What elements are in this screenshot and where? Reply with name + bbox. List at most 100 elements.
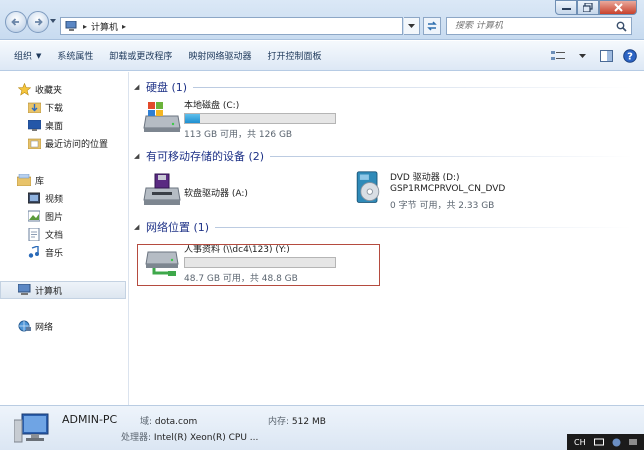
history-dropdown-icon[interactable] <box>49 17 57 25</box>
drive-dvd-d[interactable]: DVD 驱动器 (D:) GSP1RMCPRVOL_CN_DVD 0 字节 可用… <box>348 170 548 212</box>
group-divider <box>193 86 632 88</box>
command-bar: 组织 ▼ 系统属性 卸载或更改程序 映射网络驱动器 打开控制面板 ? <box>0 41 644 71</box>
details-pane: ADMIN-PC 域: dota.com 内存: 512 MB 处理器: Int… <box>0 405 644 450</box>
sidebar-item-label: 最近访问的位置 <box>45 139 109 150</box>
disc-label: GSP1RMCPRVOL_CN_DVD <box>390 184 506 194</box>
back-arrow-icon <box>11 18 19 26</box>
search-input[interactable] <box>455 21 605 31</box>
system-tray: CH <box>567 434 644 450</box>
sidebar-item-documents[interactable]: 文档 <box>0 225 129 243</box>
restore-icon <box>583 3 593 12</box>
sidebar-item-label: 图片 <box>45 212 64 223</box>
view-dropdown-button[interactable] <box>574 48 590 64</box>
group-header-removable[interactable]: ◢ 有可移动存储的设备 (2) <box>134 148 632 164</box>
group-divider <box>270 155 632 157</box>
refresh-button[interactable] <box>423 17 441 35</box>
tray-menu-icon[interactable] <box>628 438 637 446</box>
minimize-button[interactable] <box>555 0 577 15</box>
star-icon <box>17 82 31 96</box>
favorites-group: 收藏夹 下载 桌面 最近访问的位置 <box>0 80 129 152</box>
sidebar-item-network[interactable]: 网络 <box>0 317 129 335</box>
keyboard-icon[interactable] <box>593 438 604 446</box>
sidebar-item-libraries[interactable]: 库 <box>0 171 129 189</box>
sidebar-item-music[interactable]: 音乐 <box>0 243 129 261</box>
dvd-drive-icon <box>356 171 380 203</box>
drive-local-c[interactable]: 本地磁盘 (C:) 113 GB 可用，共 126 GB <box>142 98 362 140</box>
system-properties-button[interactable]: 系统属性 <box>49 41 101 71</box>
drive-space: 113 GB 可用，共 126 GB <box>184 130 293 140</box>
toolbar-right: ? <box>550 48 638 64</box>
pictures-library-icon <box>27 209 41 223</box>
address-bar[interactable]: ▸ 计算机 ▸ <box>60 17 403 35</box>
search-box[interactable] <box>446 17 632 35</box>
drive-space: 0 字节 可用，共 2.33 GB <box>390 201 495 211</box>
title-address-bar: ▸ 计算机 ▸ <box>0 0 644 40</box>
drive-name: 本地磁盘 (C:) <box>184 101 240 111</box>
recent-places-icon <box>27 136 41 150</box>
map-network-drive-button[interactable]: 映射网络驱动器 <box>180 41 259 71</box>
close-button[interactable] <box>599 0 637 15</box>
drive-name: DVD 驱动器 (D:) <box>390 173 460 183</box>
sidebar-item-desktop[interactable]: 桌面 <box>0 116 129 134</box>
drive-usage-fill <box>185 114 200 123</box>
navigation-pane: 收藏夹 下载 桌面 最近访问的位置 库 视频 图片 文档 音乐 计算机 网络 <box>0 72 129 405</box>
processor-info: 处理器: Intel(R) Xeon(R) CPU ... <box>121 430 258 443</box>
organize-menu[interactable]: 组织 ▼ <box>0 41 49 71</box>
sidebar-item-pictures[interactable]: 图片 <box>0 207 129 225</box>
music-library-icon <box>27 245 41 259</box>
breadcrumb-computer[interactable]: 计算机 <box>91 20 118 33</box>
sidebar-item-downloads[interactable]: 下载 <box>0 98 129 116</box>
windows-drive-icon <box>143 102 181 132</box>
sidebar-item-favorites[interactable]: 收藏夹 <box>0 80 129 98</box>
processor-label: 处理器: <box>121 433 152 443</box>
help-icon: ? <box>623 49 637 63</box>
group-divider <box>215 226 632 228</box>
window-controls <box>555 0 637 16</box>
sidebar-item-label: 视频 <box>45 194 64 205</box>
address-dropdown-button[interactable] <box>404 17 420 35</box>
memory-value: 512 MB <box>291 417 326 427</box>
collapse-triangle-icon[interactable]: ◢ <box>134 223 142 231</box>
close-icon <box>613 3 623 12</box>
view-options-button[interactable] <box>550 48 566 64</box>
drive-usage-bar <box>184 113 336 124</box>
preview-pane-button[interactable] <box>598 48 614 64</box>
maximize-button[interactable] <box>577 0 599 15</box>
svg-text:?: ? <box>627 52 633 63</box>
collapse-triangle-icon[interactable]: ◢ <box>134 83 142 91</box>
chevron-down-icon: ▼ <box>36 51 42 60</box>
sidebar-item-label: 音乐 <box>45 248 64 259</box>
group-header-network[interactable]: ◢ 网络位置 (1) <box>134 219 632 235</box>
memory-info: 内存: 512 MB <box>268 414 326 427</box>
breadcrumb-separator[interactable]: ▸ <box>122 22 126 31</box>
sidebar-item-videos[interactable]: 视频 <box>0 189 129 207</box>
sidebar-item-recent-places[interactable]: 最近访问的位置 <box>0 134 129 152</box>
computer-large-icon <box>14 413 49 443</box>
minimize-icon <box>561 7 571 10</box>
computer-group: 计算机 <box>0 281 129 299</box>
chevron-down-icon <box>408 23 415 28</box>
sidebar-item-label: 下载 <box>45 103 64 114</box>
breadcrumb-separator: ▸ <box>83 21 88 31</box>
view-list-icon <box>551 51 565 60</box>
collapse-triangle-icon[interactable]: ◢ <box>134 152 142 160</box>
open-control-panel-button[interactable]: 打开控制面板 <box>259 41 329 71</box>
refresh-icon <box>427 21 437 31</box>
forward-button[interactable] <box>27 11 49 33</box>
search-icon[interactable] <box>616 21 627 32</box>
organize-label: 组织 <box>14 52 33 62</box>
uninstall-button[interactable]: 卸载或更改程序 <box>101 41 180 71</box>
language-indicator[interactable]: CH <box>574 438 586 447</box>
map-network-drive-label: 映射网络驱动器 <box>188 52 252 62</box>
processor-value: Intel(R) Xeon(R) CPU ... <box>153 433 259 443</box>
drive-floppy-a[interactable]: 软盘驱动器 (A:) <box>142 172 332 208</box>
chevron-down-icon <box>578 53 586 58</box>
group-label: 网络位置 (1) <box>146 221 210 234</box>
group-header-hard-disk[interactable]: ◢ 硬盘 (1) <box>134 79 632 95</box>
sidebar-item-computer[interactable]: 计算机 <box>0 281 126 299</box>
tray-help-icon[interactable] <box>612 438 621 447</box>
content-pane: ◢ 硬盘 (1) 本地磁盘 (C:) 113 GB 可用，共 126 GB ◢ … <box>130 72 644 405</box>
back-button[interactable] <box>5 11 27 33</box>
documents-library-icon <box>27 227 41 241</box>
help-button[interactable]: ? <box>622 48 638 64</box>
